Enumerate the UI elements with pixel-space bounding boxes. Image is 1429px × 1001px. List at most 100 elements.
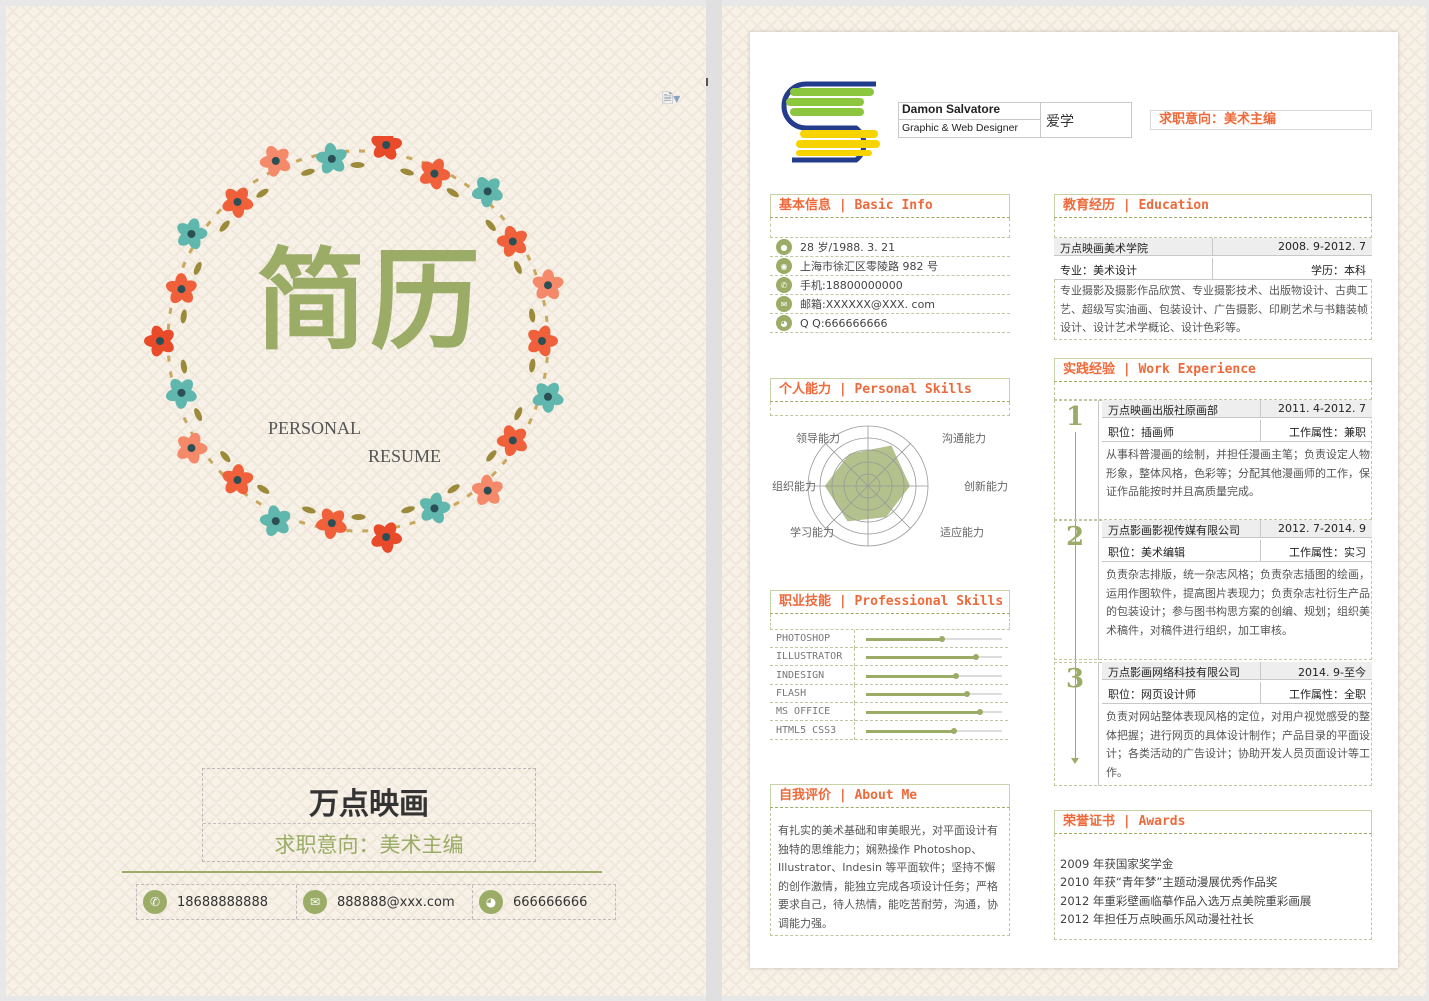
about-heading: 自我评价 | About Me <box>770 784 1010 808</box>
skill-bar <box>866 727 1002 734</box>
flower-icon <box>222 464 254 495</box>
contact-mail-text: 888888@xxx.com <box>337 894 455 910</box>
skill-bar-fill <box>866 638 943 641</box>
radar-label-innovation: 创新能力 <box>964 480 1008 493</box>
resume-page: Damon Salvatore Graphic & Web Designer 爱… <box>722 6 1426 996</box>
flower-icon <box>165 378 197 409</box>
phone-icon: ✆ <box>143 890 167 914</box>
skill-bar-fill <box>866 674 956 678</box>
professional-skills-heading: 职业技能 | Professional Skills <box>770 590 1010 614</box>
flower-icon <box>259 505 291 537</box>
mail-icon: ✉ <box>776 296 792 312</box>
stacked-books-logo <box>781 81 880 163</box>
job-company-row: 万点影画网络科技有限公司 2014. 9-至今 <box>1102 662 1372 680</box>
leaf-icon <box>350 162 365 169</box>
radar-label-organization: 组织能力 <box>772 480 816 493</box>
education-degree: 学历：本科 <box>1311 264 1366 277</box>
job-company: 万点映画出版社原画部 <box>1108 404 1218 417</box>
skill-row: PHOTOSHOP <box>770 630 1008 648</box>
leaf-icon <box>257 484 270 494</box>
contact-phone: ✆ 18688888888 <box>137 885 297 919</box>
radar-label-communication: 沟通能力 <box>942 432 986 445</box>
education-school-row: 万点映画美术学院 2008. 9-2012. 7 <box>1054 238 1372 256</box>
job-position-row: 职位：美术编辑 工作属性：实习 <box>1102 540 1372 562</box>
cover-subtitle-resume: RESUME <box>368 446 442 466</box>
skill-bar-knob <box>952 672 959 679</box>
job-desc: 负责杂志排版，统一杂志风格；负责杂志插图的绘画，运用作图软件，提高图片表现力；负… <box>1106 568 1370 637</box>
skill-row: FLASH <box>770 684 1008 703</box>
radar-label-leadership: 领导能力 <box>796 432 840 445</box>
flower-icon <box>144 325 174 357</box>
contact-qq: ◕ 666666666 <box>473 885 615 919</box>
header-motto: 爱学 <box>1046 114 1074 130</box>
skill-bar-knob <box>939 636 946 642</box>
basic-email: ✉ 邮箱:XXXXXX@XXX. com <box>770 295 1010 314</box>
cover-subtitle-personal: PERSONAL <box>268 418 362 438</box>
job-period: 2014. 9-至今 <box>1298 666 1366 679</box>
user-icon: ● <box>776 239 792 255</box>
leaf-icon <box>486 450 497 462</box>
leaf-icon <box>180 359 187 374</box>
flower-icon <box>471 474 503 505</box>
skill-row: INDESIGN <box>770 666 1008 685</box>
skill-bar-knob <box>977 709 984 716</box>
page-divider <box>706 0 722 1001</box>
name-box: 万点映画 求职意向：美术主编 <box>202 768 536 862</box>
leaf-icon <box>514 407 523 421</box>
job-position: 职位：插画师 <box>1108 426 1174 439</box>
award-item: 2009 年获国家奖学金 <box>1060 857 1174 871</box>
mail-icon: ✉ <box>303 890 327 914</box>
leaf-icon <box>401 506 415 514</box>
leaf-icon <box>193 261 202 275</box>
about-text: 有扎实的美术基础和审美眼光，对平面设计有独特的思维能力；娴熟操作 Photosh… <box>778 824 998 930</box>
skill-name: MS OFFICE <box>776 706 831 718</box>
radar-label-learning: 学习能力 <box>790 526 834 539</box>
document-icon[interactable]: 🗎▾ <box>662 88 688 108</box>
flower-icon <box>177 218 208 250</box>
basic-qq: ◕ Q Q:666666666 <box>770 314 1010 333</box>
leaf-icon <box>513 260 522 274</box>
work-heading: 实践经验 | Work Experience <box>1054 358 1372 382</box>
basic-age: ● 28 岁/1988. 3. 21 <box>770 238 1010 257</box>
job-period: 2011. 4-2012. 7 <box>1278 402 1366 415</box>
job-company-row: 万点影画影视传媒有限公司 2012. 7-2014. 9 <box>1102 520 1372 538</box>
leaf-icon <box>400 168 414 176</box>
job-company-row: 万点映画出版社原画部 2011. 4-2012. 7 <box>1102 400 1372 418</box>
education-school: 万点映画美术学院 <box>1060 242 1148 255</box>
radar-label-adaptability: 适应能力 <box>940 526 984 539</box>
education-major: 专业：美术设计 <box>1060 264 1137 277</box>
cover-rule <box>122 871 602 873</box>
location-icon: ◉ <box>776 258 792 274</box>
header-intent: 求职意向：美术主编 <box>1150 110 1372 130</box>
basic-address: ◉ 上海市徐汇区零陵路 982 号 <box>770 257 1010 276</box>
leaf-icon <box>194 408 203 422</box>
skill-bar-knob <box>951 727 958 734</box>
job-company: 万点影画网络科技有限公司 <box>1108 666 1240 679</box>
job-position: 职位：美术编辑 <box>1108 546 1185 559</box>
skill-row: HTML5 CSS3 <box>770 721 1008 740</box>
education-desc: 专业摄影及摄影作品欣赏、专业摄影技术、出版物设计、古典工艺、超级写实油画、包装设… <box>1060 284 1368 334</box>
contact-qq-text: 666666666 <box>513 894 588 910</box>
qq-icon: ◕ <box>479 890 503 914</box>
flower-icon <box>177 432 208 464</box>
skill-name: HTML5 CSS3 <box>776 724 837 736</box>
skill-bar <box>866 654 1002 661</box>
skill-bar <box>866 690 1002 697</box>
leaf-icon <box>446 188 459 198</box>
header-name: Damon Salvatore <box>902 102 1001 116</box>
job-type: 工作属性：实习 <box>1289 546 1366 559</box>
skill-bar-knob <box>973 654 980 661</box>
award-item: 2010 年获“青年梦”主题动漫展优秀作品奖 <box>1060 875 1278 889</box>
job-desc: 从事科普漫画的绘制，并担任漫画主笔；负责设定人物形象，整体风格，色彩等；分配其他… <box>1106 448 1370 498</box>
education-period: 2008. 9-2012. 7 <box>1278 240 1366 253</box>
skill-name: INDESIGN <box>776 669 825 681</box>
awards-heading: 荣誉证书 | Awards <box>1054 810 1372 834</box>
skill-bar-fill <box>866 711 981 715</box>
leaf-icon <box>302 506 316 514</box>
flower-icon <box>528 325 558 357</box>
job-desc: 负责对网站整体表现风格的定位，对用户视觉感受的整体把握；进行网页的具体设计制作；… <box>1106 710 1370 779</box>
skill-row: MS OFFICE <box>770 703 1008 722</box>
skill-row: ILLUSTRATOR <box>770 648 1008 667</box>
award-item: 2012 年担任万点映画乐风动漫社社长 <box>1060 912 1254 926</box>
job-position: 职位：网页设计师 <box>1108 688 1196 701</box>
